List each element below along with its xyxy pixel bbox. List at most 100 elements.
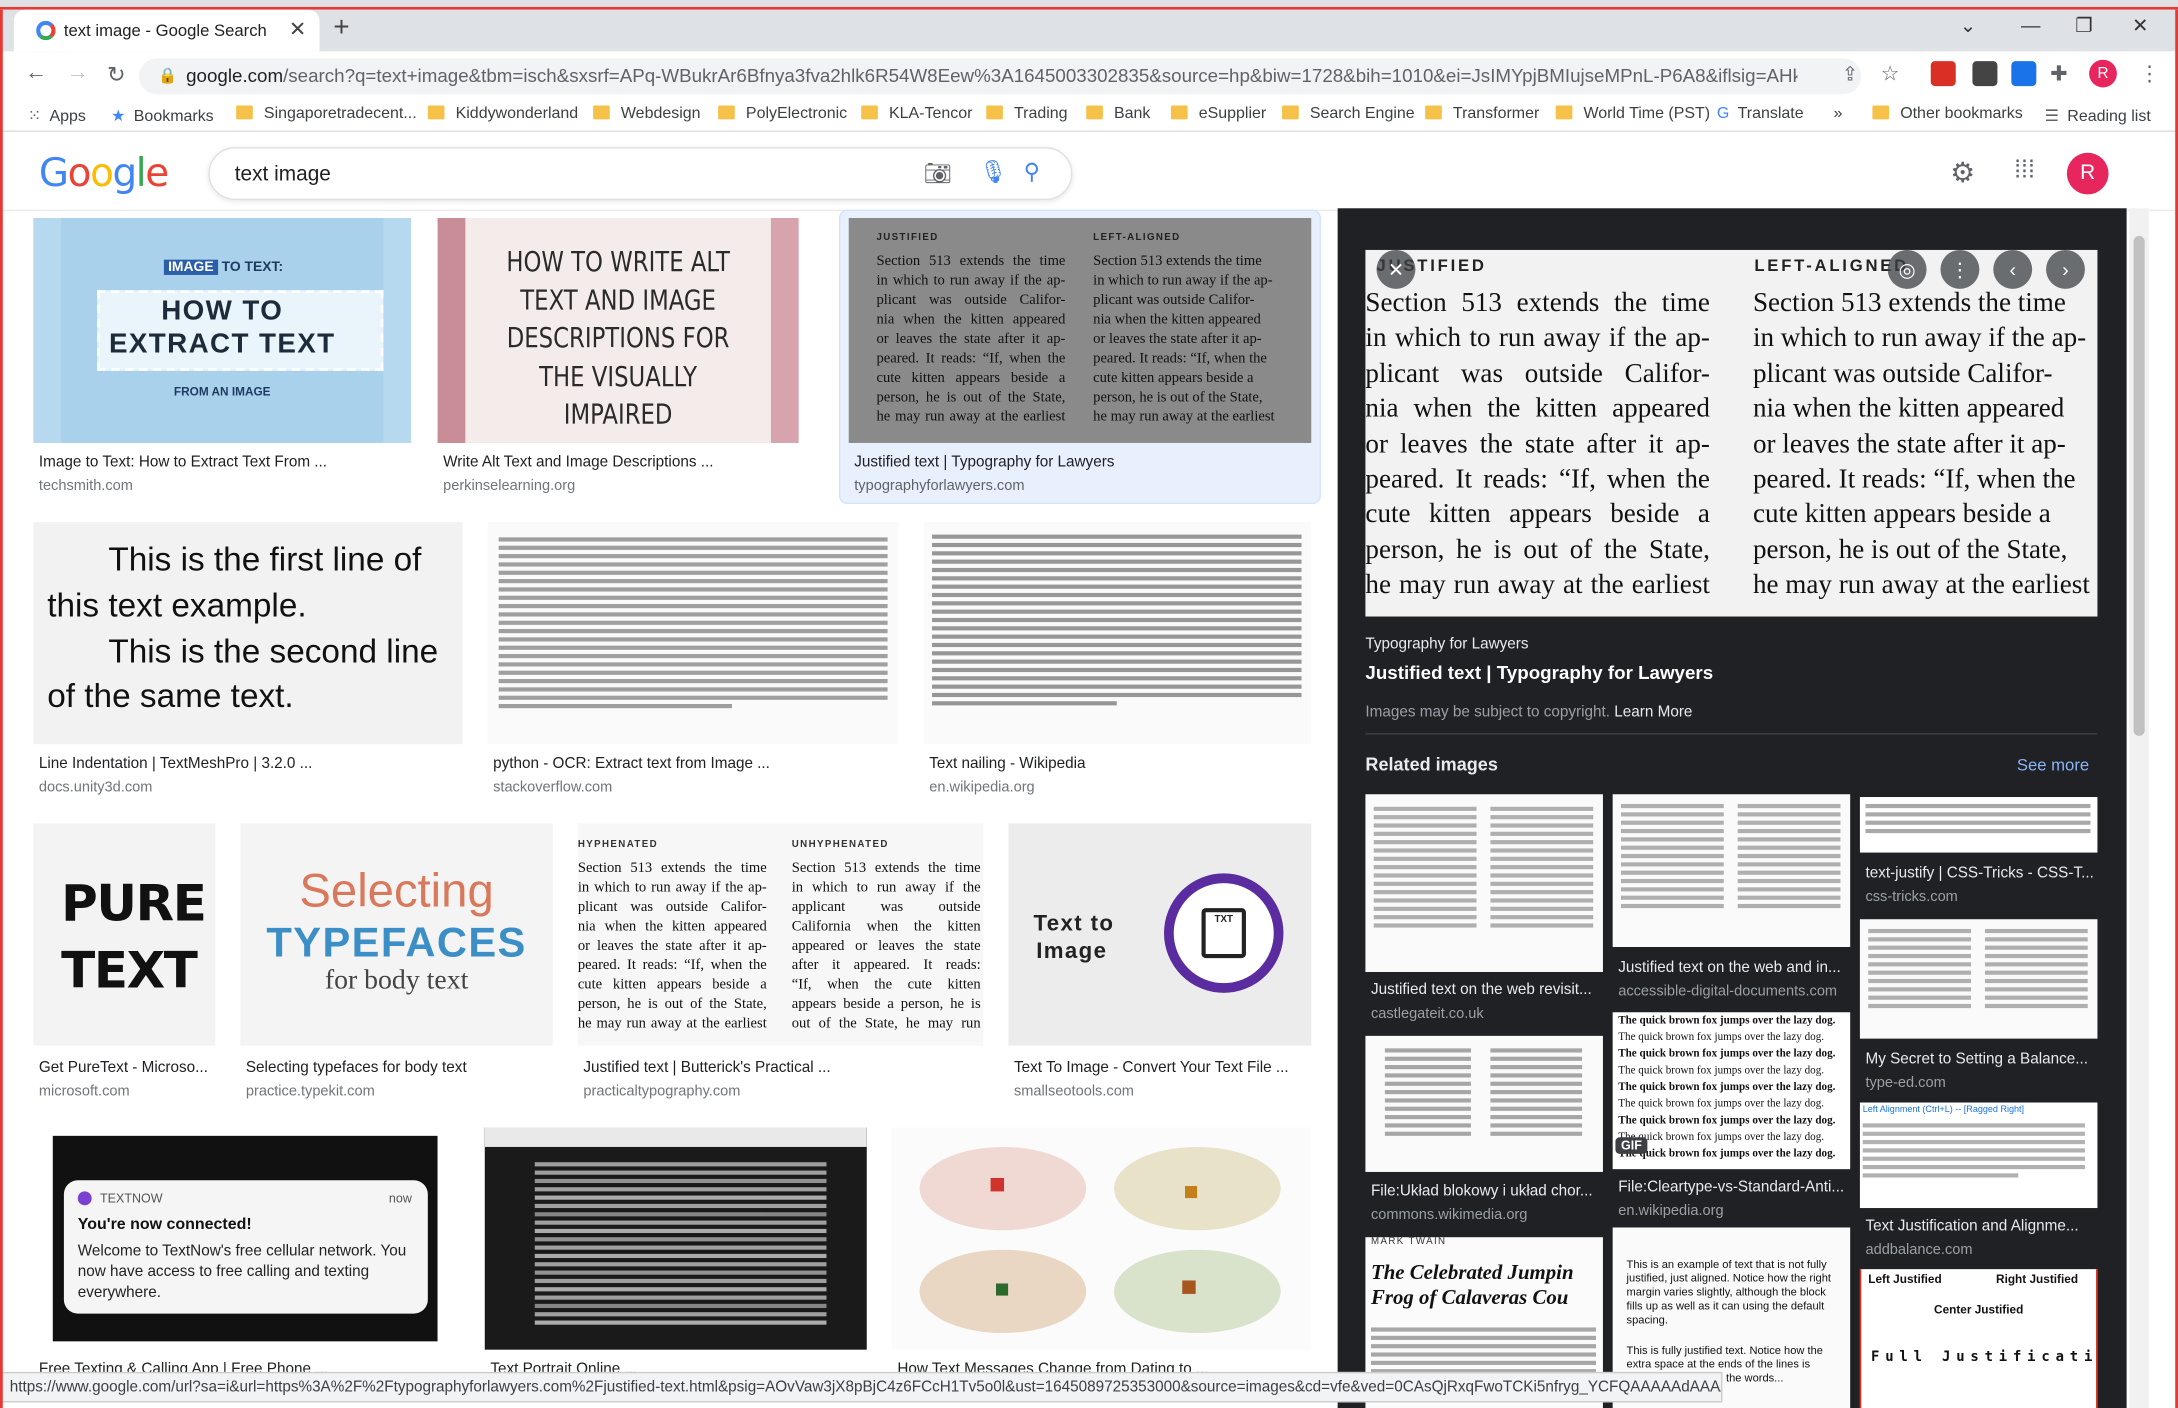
related-thumbnail[interactable]: Left Alignment (Ctrl+L) -- [Ragged Right… xyxy=(1859,1102,2098,1209)
previous-image-icon[interactable]: ‹ xyxy=(1993,249,2033,289)
google-apps-icon[interactable]: ⁞⁞⁞ xyxy=(2014,156,2035,185)
related-thumbnail[interactable] xyxy=(1859,797,2098,853)
reload-icon[interactable]: ↻ xyxy=(107,61,126,89)
close-window-icon[interactable]: ✕ xyxy=(2132,14,2148,38)
google-favicon-icon xyxy=(36,20,56,41)
related-thumbnail[interactable] xyxy=(1365,1035,1603,1172)
text-line: The quick brown fox jumps over the lazy … xyxy=(1618,1096,1825,1110)
result-thumbnail[interactable]: TEXTNOW now You're now connected! Welcom… xyxy=(33,1127,460,1350)
result-caption[interactable]: Selecting typefaces for body text xyxy=(246,1059,554,1076)
result-thumbnail[interactable]: IMAGE TO TEXT: HOW TO EXTRACT TEXT FROM … xyxy=(33,218,412,443)
result-thumbnail[interactable]: HOW TO WRITE ALT TEXT AND IMAGE DESCRIPTIO… xyxy=(437,218,799,443)
related-thumbnail[interactable] xyxy=(1859,919,2098,1039)
reading-list[interactable]: ☰ Reading list xyxy=(2045,106,2151,125)
result-caption[interactable]: python - OCR: Extract text from Image ..… xyxy=(493,755,896,772)
related-thumbnail[interactable] xyxy=(1612,794,1851,947)
bookmark-item[interactable]: Bank xyxy=(1086,105,1150,122)
more-bookmarks-button[interactable]: » xyxy=(1834,106,1843,123)
google-logo[interactable]: Google xyxy=(39,150,169,196)
result-thumbnail[interactable]: Text to Image TXT xyxy=(1008,823,1312,1046)
see-more-link[interactable]: See more xyxy=(2017,755,2089,774)
search-icon[interactable]: ⚲ xyxy=(1024,158,1040,186)
preview-title[interactable]: Justified text | Typography for Lawyers xyxy=(1365,662,1713,683)
address-bar[interactable]: 🔒 google.com/search?q=text+image&tbm=isc… xyxy=(138,58,1862,95)
preview-source[interactable]: Typography for Lawyers xyxy=(1365,636,1528,653)
result-caption[interactable]: Line Indentation | TextMeshPro | 3.2.0 .… xyxy=(39,755,456,772)
related-caption[interactable]: Justified text on the web revisit... xyxy=(1371,982,1602,999)
forward-icon[interactable]: → xyxy=(67,61,89,86)
new-tab-button[interactable]: + xyxy=(333,12,349,44)
related-caption[interactable]: File:Cleartype-vs-Standard-Anti... xyxy=(1618,1179,1849,1196)
result-caption[interactable]: Image to Text: How to Extract Text From … xyxy=(39,454,411,471)
related-thumbnail[interactable]: Left Justified Right Justified Center Ju… xyxy=(1859,1269,2098,1408)
result-caption[interactable]: Write Alt Text and Image Descriptions ..… xyxy=(443,454,799,471)
related-caption[interactable]: File:Układ blokowy i układ chor... xyxy=(1371,1183,1602,1200)
bookmark-item[interactable]: Search Engine xyxy=(1282,105,1415,122)
microphone-icon[interactable]: 🎙︎ xyxy=(979,158,1007,186)
bookmark-item[interactable]: Kiddywonderland xyxy=(427,105,578,122)
related-caption[interactable]: Justified text on the web and in... xyxy=(1618,959,1849,976)
bookmark-item[interactable]: Transformer xyxy=(1425,105,1539,122)
bookmark-item[interactable]: PolyElectronic xyxy=(718,105,847,122)
back-icon[interactable]: ← xyxy=(25,61,47,86)
more-options-icon[interactable]: ⋮ xyxy=(1940,249,1980,289)
bookmark-item[interactable]: Singaporetradecent... xyxy=(236,105,417,122)
browser-menu-icon[interactable]: ⋮ xyxy=(2139,61,2160,86)
browser-tab[interactable]: text image - Google Search ✕ xyxy=(13,9,320,52)
bookmark-item[interactable]: World Time (PST) xyxy=(1555,105,1710,122)
result-caption[interactable]: Text To Image - Convert Your Text File .… xyxy=(1014,1059,1311,1076)
result-thumbnail[interactable]: ■ ■ ■ ■ xyxy=(891,1127,1312,1350)
result-thumbnail[interactable]: PURE TEXT xyxy=(33,823,216,1046)
scrollbar-thumb[interactable] xyxy=(2133,236,2145,736)
result-thumbnail[interactable] xyxy=(487,522,899,745)
extension-grey-icon[interactable] xyxy=(1972,61,1998,87)
related-thumbnail[interactable] xyxy=(1365,794,1603,972)
restore-icon[interactable]: ❐ xyxy=(2075,14,2092,38)
related-caption[interactable]: text-justify | CSS-Tricks - CSS-T... xyxy=(1865,865,2096,882)
result-caption[interactable]: Get PureText - Microso... xyxy=(39,1059,217,1076)
thumb-text: Center Justified xyxy=(1934,1302,2024,1317)
result-caption[interactable]: Justified text | Typography for Lawyers xyxy=(854,454,1298,471)
camera-icon[interactable]: 📷︎ xyxy=(924,160,952,188)
extension-blue-icon[interactable] xyxy=(2011,61,2037,87)
bookmark-star-icon[interactable]: ☆ xyxy=(1881,61,1900,86)
account-avatar[interactable]: R xyxy=(2066,152,2109,195)
search-box[interactable]: text image 📷︎ 🎙︎ ⚲ xyxy=(208,147,1073,200)
bookmark-item[interactable]: Webdesign xyxy=(593,105,701,122)
bookmark-item[interactable]: eSupplier xyxy=(1170,105,1266,122)
lens-search-icon[interactable]: ◎ xyxy=(1887,249,1927,289)
result-caption[interactable]: Text nailing - Wikipedia xyxy=(929,755,1311,772)
result-caption[interactable]: Justified text | Butterick's Practical .… xyxy=(583,1059,983,1076)
related-caption[interactable]: My Secret to Setting a Balance... xyxy=(1865,1051,2096,1068)
result-thumbnail[interactable]: JUSTIFIED LEFT-ALIGNED Section 513 exten… xyxy=(848,218,1312,443)
result-thumbnail[interactable]: Selecting TYPEFACES for body text xyxy=(240,823,553,1046)
bookmark-item[interactable]: Trading xyxy=(986,105,1068,122)
tab-close-icon[interactable]: ✕ xyxy=(289,17,306,42)
tab-search-icon[interactable]: ⌄ xyxy=(1960,14,1976,38)
learn-more-link[interactable]: Learn More xyxy=(1614,704,1692,721)
bookmark-item[interactable]: ★ Bookmarks xyxy=(111,106,214,125)
related-thumbnail[interactable]: The quick brown fox jumps over the lazy … xyxy=(1612,1012,1851,1170)
share-icon[interactable]: ⇪ xyxy=(1842,62,1858,86)
text-line: cute kitten appears beside a xyxy=(1752,500,2051,530)
settings-gear-icon[interactable]: ⚙ xyxy=(1950,156,1975,191)
bookmark-item[interactable]: G Translate xyxy=(1717,106,1804,123)
profile-avatar[interactable]: R xyxy=(2089,59,2117,88)
result-thumbnail[interactable]: This is the first line of this text exam… xyxy=(33,522,463,745)
search-input[interactable]: text image xyxy=(235,162,331,186)
bookmark-apps[interactable]: ⁙ Apps xyxy=(28,106,86,125)
related-caption[interactable]: Text Justification and Alignme... xyxy=(1865,1218,2096,1235)
result-thumbnail[interactable] xyxy=(484,1127,867,1350)
result-source: perkinselearning.org xyxy=(443,477,576,495)
minimize-icon[interactable]: — xyxy=(2021,14,2040,36)
other-bookmarks[interactable]: Other bookmarks xyxy=(1872,105,2023,122)
extensions-puzzle-icon[interactable]: ✚ xyxy=(2050,61,2067,86)
result-thumbnail[interactable] xyxy=(923,522,1312,745)
panel-scrollbar[interactable] xyxy=(2129,208,2149,1408)
close-preview-icon[interactable]: ✕ xyxy=(1376,249,1416,289)
extension-red-icon[interactable] xyxy=(1930,61,1956,87)
preview-image[interactable]: JUSTIFIED LEFT-ALIGNED Section 513 exten… xyxy=(1365,249,2098,617)
next-image-icon[interactable]: › xyxy=(2046,249,2085,289)
bookmark-item[interactable]: KLA-Tencor xyxy=(861,105,972,122)
result-thumbnail[interactable]: HYPHENATED UNHYPHENATED Section 513 exte… xyxy=(577,823,984,1046)
